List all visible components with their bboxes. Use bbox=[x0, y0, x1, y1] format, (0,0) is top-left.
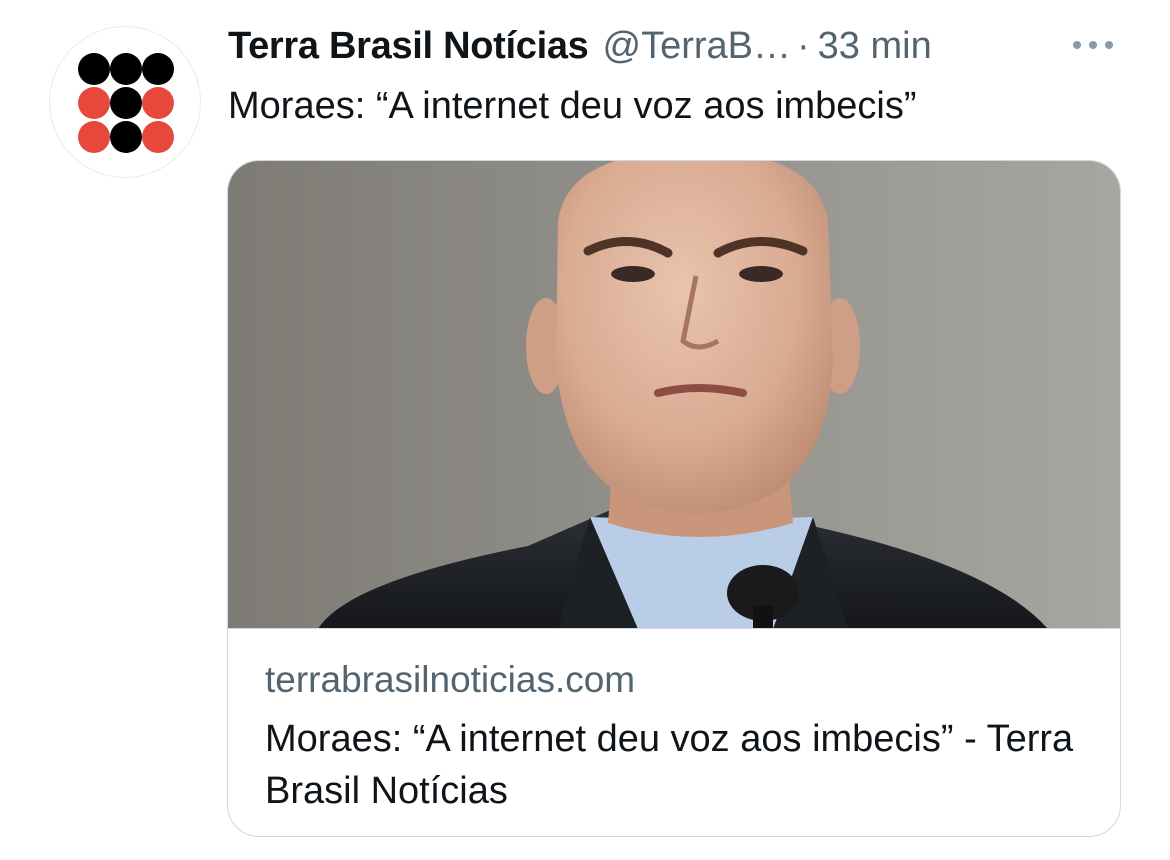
tweet-timestamp[interactable]: 33 min bbox=[818, 25, 932, 68]
card-title: Moraes: “A internet deu voz aos imbecis”… bbox=[265, 718, 1074, 812]
avatar[interactable] bbox=[49, 26, 201, 178]
more-horizontal-icon bbox=[1073, 41, 1113, 49]
header-separator: · bbox=[797, 24, 810, 67]
more-options-button[interactable] bbox=[1068, 34, 1118, 56]
tweet-text: Moraes: “A internet deu voz aos imbecis” bbox=[228, 85, 917, 127]
card-image[interactable] bbox=[228, 161, 1120, 629]
link-card[interactable]: terrabrasilnoticias.com Moraes: “A inter… bbox=[227, 160, 1121, 837]
tweet-header: Terra Brasil Notícias @TerraB… · 33 min bbox=[228, 20, 1128, 72]
card-domain: terrabrasilnoticias.com bbox=[265, 659, 636, 700]
nine-dot-grid-logo-icon bbox=[78, 53, 174, 153]
portrait-photo bbox=[228, 161, 1120, 628]
author-handle[interactable]: @TerraB… bbox=[603, 25, 792, 68]
author-display-name[interactable]: Terra Brasil Notícias bbox=[228, 25, 589, 68]
tweet[interactable]: Terra Brasil Notícias @TerraB… · 33 min … bbox=[0, 0, 1170, 860]
